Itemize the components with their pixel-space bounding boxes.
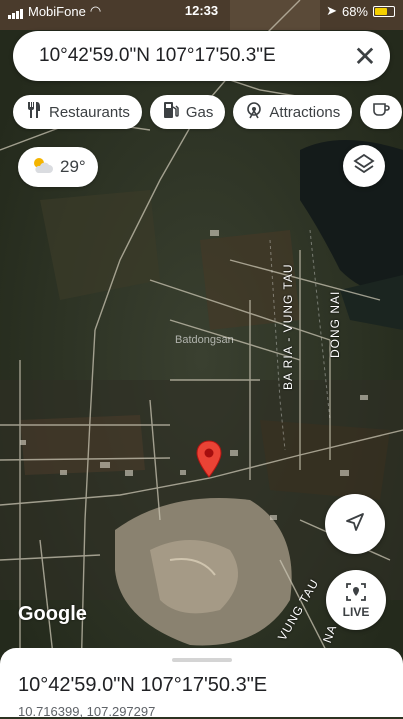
chip-coffee[interactable] bbox=[360, 95, 403, 129]
chip-label: Gas bbox=[185, 103, 214, 121]
coffee-icon bbox=[372, 102, 391, 123]
live-view-button[interactable]: LIVE bbox=[326, 570, 386, 630]
navigation-arrow-icon bbox=[344, 511, 366, 538]
weather-chip[interactable]: 29° bbox=[18, 147, 98, 187]
place-title: 10°42'59.0"N 107°17'50.3"E bbox=[18, 674, 268, 696]
battery-icon bbox=[373, 5, 395, 17]
chip-gas[interactable]: Gas bbox=[149, 95, 226, 129]
google-logo: Google bbox=[18, 603, 87, 625]
chip-attractions[interactable]: Attractions bbox=[233, 95, 353, 129]
status-bar: MobiFone ◠ 12:33 ➤ 68% bbox=[0, 0, 403, 22]
live-label: LIVE bbox=[342, 604, 370, 619]
partly-cloudy-icon bbox=[30, 155, 54, 180]
category-chips: Restaurants Gas Attractions bbox=[13, 95, 403, 129]
chip-label: Restaurants bbox=[49, 103, 130, 121]
attractions-icon bbox=[245, 101, 263, 124]
location-arrow-icon: ➤ bbox=[326, 3, 337, 18]
road-label-ba-ria-vung-tau: BA RIA - VUNG TAU bbox=[281, 263, 295, 390]
my-location-button[interactable] bbox=[325, 494, 385, 554]
battery-percent: 68% bbox=[341, 3, 368, 19]
fork-knife-icon bbox=[25, 101, 43, 124]
search-input[interactable]: 10°42'59.0"N 107°17'50.3"E bbox=[13, 45, 340, 67]
search-bar[interactable]: 10°42'59.0"N 107°17'50.3"E ✕ bbox=[13, 31, 390, 81]
location-pin-icon[interactable] bbox=[196, 440, 222, 483]
gas-pump-icon bbox=[162, 101, 180, 124]
status-right: ➤ 68% bbox=[326, 3, 395, 19]
road-label-dong-nai: DONG NAI bbox=[328, 290, 342, 358]
watermark: Batdongsan bbox=[175, 334, 234, 346]
drag-handle[interactable] bbox=[172, 658, 232, 662]
close-icon[interactable]: ✕ bbox=[340, 31, 390, 81]
chip-restaurants[interactable]: Restaurants bbox=[13, 95, 142, 129]
weather-temp: 29° bbox=[60, 157, 86, 176]
layers-button[interactable] bbox=[343, 145, 385, 187]
chip-label: Attractions bbox=[269, 103, 341, 121]
live-view-icon bbox=[345, 582, 367, 605]
bottom-sheet[interactable]: 10°42'59.0"N 107°17'50.3"E 10.716399, 10… bbox=[0, 648, 403, 719]
layers-icon bbox=[353, 153, 375, 180]
